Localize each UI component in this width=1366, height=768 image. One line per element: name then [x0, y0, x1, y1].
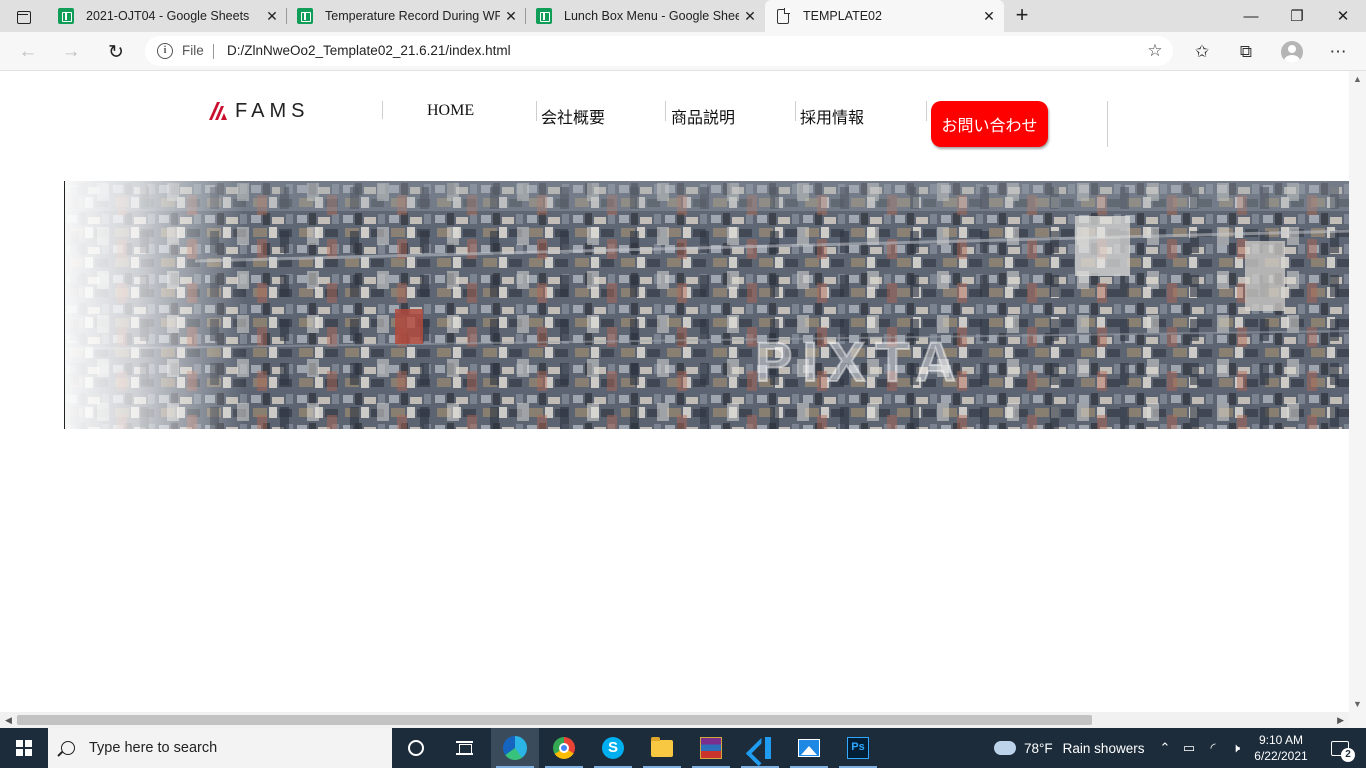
browser-tab[interactable]: Lunch Box Menu - Google Sheets ✕: [526, 0, 765, 32]
weather-condition: Rain showers: [1062, 740, 1145, 756]
close-tab-icon[interactable]: ✕: [500, 8, 522, 25]
tab-title: TEMPLATE02: [803, 9, 882, 23]
winrar-icon[interactable]: [687, 728, 735, 768]
volume-muted-icon[interactable]: 🕨: [1226, 728, 1246, 768]
browser-toolbar: ← → ↻ i File D:/ZlnNweOo2_Template02_21.…: [0, 32, 1366, 71]
favorites-icon[interactable]: ✩: [1190, 40, 1214, 64]
vertical-scrollbar[interactable]: ▲ ▼: [1349, 71, 1366, 712]
hero-image: PIXTA: [64, 181, 1349, 429]
taskbar-search-box[interactable]: Type here to search: [48, 728, 392, 768]
forward-icon[interactable]: →: [57, 38, 85, 66]
horizontal-scrollbar[interactable]: ◀ ▶: [0, 712, 1349, 728]
tab-actions-icon[interactable]: [8, 6, 40, 28]
task-view-icon[interactable]: [440, 728, 488, 768]
wifi-icon[interactable]: ◜: [1203, 728, 1223, 768]
google-sheets-icon: [297, 8, 313, 24]
contact-button[interactable]: お問い合わせ: [931, 101, 1048, 147]
scroll-down-icon[interactable]: ▼: [1353, 699, 1362, 709]
show-hidden-icons-chevron-icon[interactable]: ⌃: [1155, 728, 1175, 768]
profile-icon[interactable]: [1280, 40, 1304, 64]
search-placeholder: Type here to search: [89, 740, 218, 756]
url-text[interactable]: D:/ZlnNweOo2_Template02_21.6.21/index.ht…: [227, 43, 511, 58]
battery-icon[interactable]: ▭: [1179, 728, 1199, 768]
google-sheets-icon: [58, 8, 74, 24]
collections-icon[interactable]: ⧉: [1234, 40, 1258, 64]
file-explorer-icon[interactable]: [638, 728, 686, 768]
photoshop-icon[interactable]: Ps: [834, 728, 882, 768]
close-tab-icon[interactable]: ✕: [978, 8, 1000, 25]
browser-tab[interactable]: Temperature Record During WFH ✕: [287, 0, 526, 32]
nav-link-products[interactable]: 商品説明: [671, 104, 735, 128]
edge-icon[interactable]: [491, 728, 539, 768]
browser-tab-strip: 2021-OJT04 - Google Sheets ✕ Temperature…: [0, 0, 1366, 32]
back-icon[interactable]: ←: [14, 38, 42, 66]
photos-icon[interactable]: [785, 728, 833, 768]
scroll-left-icon[interactable]: ◀: [5, 715, 12, 726]
system-clock[interactable]: 9:10 AM 6/22/2021: [1250, 732, 1312, 764]
new-tab-icon[interactable]: +: [1010, 4, 1034, 28]
browser-tab-active[interactable]: TEMPLATE02 ✕: [765, 0, 1004, 32]
browser-tab[interactable]: 2021-OJT04 - Google Sheets ✕: [48, 0, 287, 32]
close-tab-icon[interactable]: ✕: [739, 8, 761, 25]
windows-start-icon[interactable]: [0, 728, 48, 768]
cityscape-image: [65, 181, 1349, 429]
nav-link-company[interactable]: 会社概要: [541, 104, 605, 128]
cortana-icon[interactable]: [392, 728, 440, 768]
windows-taskbar: Type here to search S Ps 78°F Rain showe…: [0, 728, 1366, 768]
page-viewport: FAMS HOME 会社概要 商品説明 採用情報 お問い合わせ PIXTA: [0, 71, 1366, 712]
tab-title: 2021-OJT04 - Google Sheets: [86, 9, 250, 23]
tab-title: Lunch Box Menu - Google Sheets: [564, 9, 739, 23]
add-favorite-icon[interactable]: ☆: [1145, 41, 1165, 61]
logo-mark-icon: [209, 102, 227, 120]
weather-widget[interactable]: 78°F Rain showers: [994, 728, 1144, 768]
address-bar[interactable]: i File D:/ZlnNweOo2_Template02_21.6.21/i…: [145, 36, 1173, 66]
refresh-icon[interactable]: ↻: [102, 38, 130, 66]
minimize-icon[interactable]: —: [1228, 0, 1274, 32]
nav-link-recruit[interactable]: 採用情報: [800, 104, 864, 128]
scroll-right-icon[interactable]: ▶: [1337, 715, 1344, 726]
page-icon: [777, 8, 790, 24]
close-window-icon[interactable]: ✕: [1320, 0, 1366, 32]
clock-time: 9:10 AM: [1258, 733, 1304, 747]
search-icon: [61, 741, 75, 755]
info-icon[interactable]: i: [157, 43, 173, 59]
scroll-up-icon[interactable]: ▲: [1353, 74, 1362, 84]
hero-watermark: PIXTA: [754, 329, 966, 394]
weather-cloud-icon: [994, 736, 1016, 755]
tab-title: Temperature Record During WFH: [325, 9, 500, 23]
nav-link-home[interactable]: HOME: [427, 102, 474, 120]
clock-date: 6/22/2021: [1254, 749, 1308, 763]
action-center-icon[interactable]: 2: [1318, 728, 1362, 768]
close-tab-icon[interactable]: ✕: [261, 8, 283, 25]
logo-text: FAMS: [235, 99, 310, 122]
restore-icon[interactable]: ❐: [1274, 0, 1320, 32]
more-options-icon[interactable]: ⋯: [1326, 40, 1350, 64]
google-sheets-icon: [536, 8, 552, 24]
skype-icon[interactable]: S: [589, 728, 637, 768]
horizontal-scroll-thumb[interactable]: [17, 715, 1092, 725]
site-logo[interactable]: FAMS: [209, 99, 310, 122]
vscode-icon[interactable]: [736, 728, 784, 768]
url-scheme-label: File: [182, 43, 204, 58]
chrome-icon[interactable]: [540, 728, 588, 768]
notification-count-badge: 2: [1341, 747, 1355, 762]
weather-temp: 78°F: [1024, 740, 1053, 756]
